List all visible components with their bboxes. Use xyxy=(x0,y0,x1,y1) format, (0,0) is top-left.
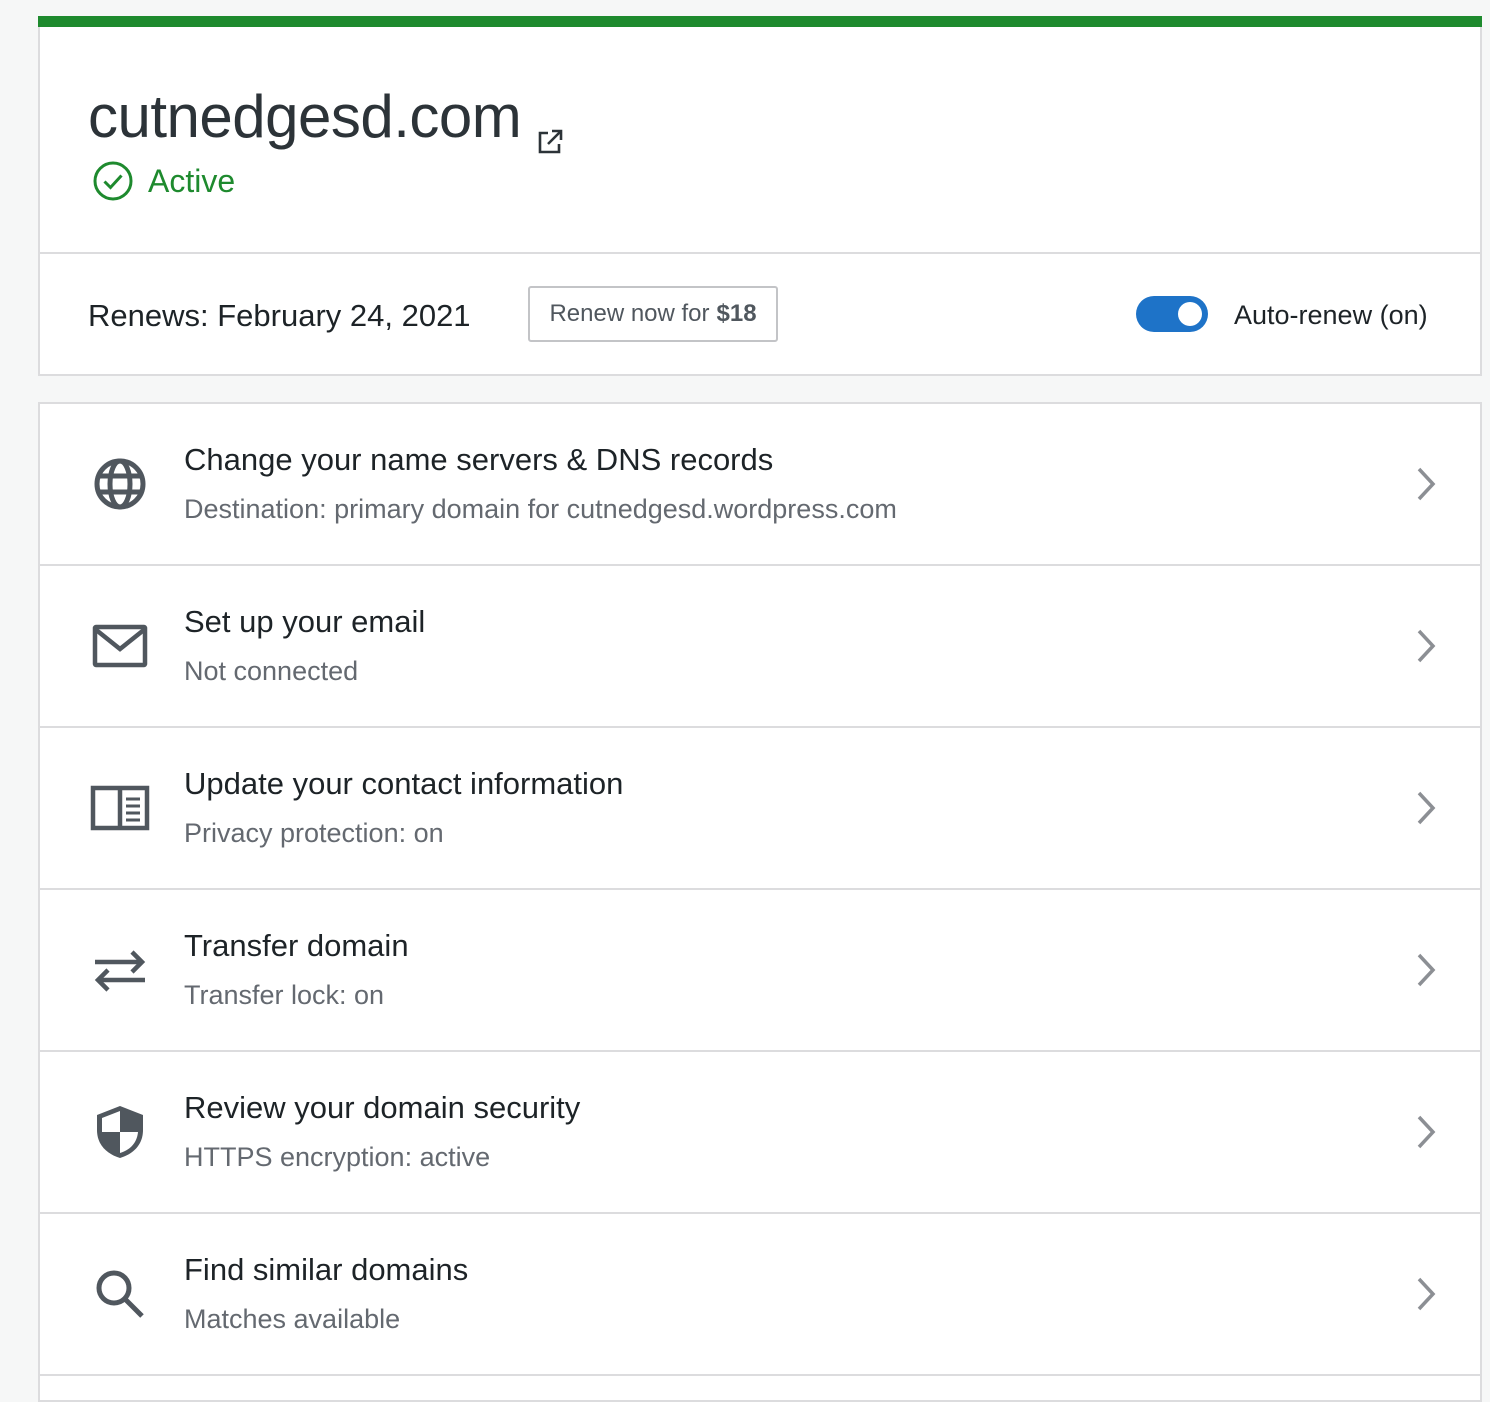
list-item-subtitle: Matches available xyxy=(184,1304,401,1334)
renewal-row: Renews: February 24, 2021 Renew now for … xyxy=(40,254,1480,374)
status-accent-bar xyxy=(38,16,1482,27)
transfer-arrows-icon xyxy=(90,940,150,1000)
search-icon xyxy=(90,1264,150,1324)
list-item-title: Change your name servers & DNS records xyxy=(184,442,774,477)
list-item-subtitle: Transfer lock: on xyxy=(184,980,385,1010)
auto-renew-label: Auto-renew (on) xyxy=(1234,300,1428,330)
list-item-email[interactable]: Set up your email Not connected xyxy=(40,566,1480,728)
check-circle-icon xyxy=(93,161,133,201)
list-item-title: Update your contact information xyxy=(184,766,624,801)
renew-button-price: $18 xyxy=(716,300,757,327)
shield-icon xyxy=(90,1102,150,1162)
list-item-title: Set up your email xyxy=(184,604,426,639)
list-item-title: Transfer domain xyxy=(184,928,409,963)
external-link-icon[interactable] xyxy=(535,102,565,153)
chevron-right-icon xyxy=(1417,467,1436,501)
domain-name: cutnedgesd.com xyxy=(88,83,522,150)
domain-header-card: cutnedgesd.com Active Renews: February 2… xyxy=(38,16,1482,376)
renewal-date: Renews: February 24, 2021 xyxy=(88,298,471,333)
domain-title: cutnedgesd.com xyxy=(88,82,565,153)
status-label: Active xyxy=(148,162,236,199)
chevron-right-icon xyxy=(1417,1115,1436,1149)
list-item-subtitle: Not connected xyxy=(184,656,359,686)
contact-card-icon xyxy=(90,778,150,838)
chevron-right-icon xyxy=(1417,629,1436,663)
list-item-subtitle: HTTPS encryption: active xyxy=(184,1142,491,1172)
list-item-title: Find similar domains xyxy=(184,1252,469,1287)
renew-now-button[interactable]: Renew now for $18 xyxy=(528,286,778,342)
globe-icon xyxy=(90,454,150,514)
mail-icon xyxy=(90,616,150,676)
list-item-title: Review your domain security xyxy=(184,1090,581,1125)
chevron-right-icon xyxy=(1417,1277,1436,1311)
renew-button-label: Renew now for xyxy=(549,300,710,327)
chevron-right-icon xyxy=(1417,953,1436,987)
list-item-transfer[interactable]: Transfer domain Transfer lock: on xyxy=(40,890,1480,1052)
chevron-right-icon xyxy=(1417,791,1436,825)
list-item-contact[interactable]: Update your contact information Privacy … xyxy=(40,728,1480,890)
list-item-security[interactable]: Review your domain security HTTPS encryp… xyxy=(40,1052,1480,1214)
list-item-subtitle: Privacy protection: on xyxy=(184,818,444,848)
toggle-knob xyxy=(1178,302,1202,326)
status-badge: Active xyxy=(92,160,235,202)
domain-actions-list: Change your name servers & DNS records D… xyxy=(38,402,1482,1402)
list-item-dns[interactable]: Change your name servers & DNS records D… xyxy=(40,404,1480,566)
list-item-subtitle: Destination: primary domain for cutnedge… xyxy=(184,494,897,524)
list-item-similar-domains[interactable]: Find similar domains Matches available xyxy=(40,1214,1480,1376)
auto-renew-toggle[interactable] xyxy=(1136,296,1208,332)
